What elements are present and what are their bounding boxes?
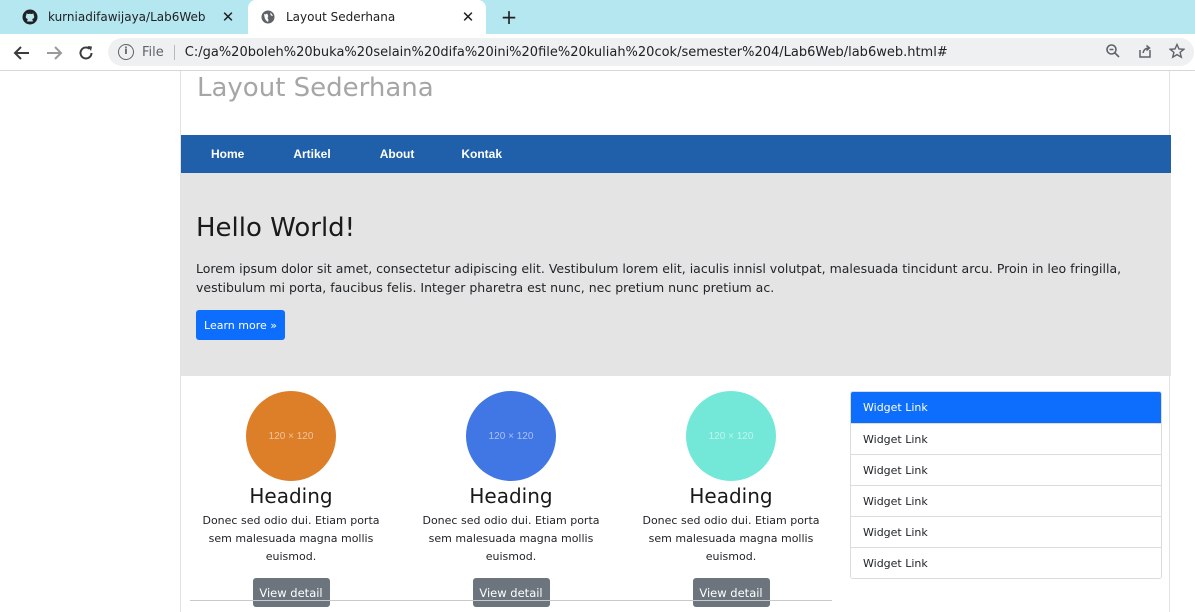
browser-tab-bar: kurniadifawijaya/Lab6Web ✕ Layout Sederh… xyxy=(0,0,1195,34)
page-viewport: Layout Sederhana Home Artikel About Kont… xyxy=(0,71,1195,612)
info-icon[interactable]: i xyxy=(118,44,134,60)
tab-github[interactable]: kurniadifawijaya/Lab6Web ✕ xyxy=(0,0,246,34)
main-nav: Home Artikel About Kontak xyxy=(181,135,1171,173)
nav-item-about[interactable]: About xyxy=(380,147,415,161)
placeholder-image: 120 × 120 xyxy=(246,391,336,481)
back-icon[interactable] xyxy=(11,42,33,64)
tab-layout-sederhana[interactable]: Layout Sederhana ✕ xyxy=(248,0,486,34)
globe-icon xyxy=(260,9,276,25)
placeholder-label: 120 × 120 xyxy=(268,430,314,442)
widget-link[interactable]: Widget Link xyxy=(851,547,1161,578)
placeholder-image: 120 × 120 xyxy=(466,391,556,481)
close-icon[interactable]: ✕ xyxy=(460,9,476,25)
view-detail-button[interactable]: View detail xyxy=(692,578,770,607)
nav-item-artikel[interactable]: Artikel xyxy=(293,147,330,161)
zoom-icon[interactable] xyxy=(1104,43,1122,61)
file-label: File xyxy=(142,44,175,60)
forward-icon[interactable] xyxy=(43,42,65,64)
card-heading: Heading xyxy=(689,484,773,508)
nav-item-home[interactable]: Home xyxy=(211,147,244,161)
url-text[interactable]: C:/ga%20boleh%20buka%20selain%20difa%20i… xyxy=(185,45,948,60)
site-title: Layout Sederhana xyxy=(197,73,434,103)
card-heading: Heading xyxy=(249,484,333,508)
tab-title: Layout Sederhana xyxy=(286,10,396,24)
tab-title: kurniadifawijaya/Lab6Web xyxy=(48,10,206,24)
widget-link[interactable]: Widget Link xyxy=(851,423,1161,454)
widget-link[interactable]: Widget Link xyxy=(851,516,1161,547)
site-container: Layout Sederhana Home Artikel About Kont… xyxy=(180,71,1171,612)
card-text: Donec sed odio dui. Etiam porta sem male… xyxy=(202,514,380,563)
bookmark-star-icon[interactable] xyxy=(1168,42,1186,61)
widget-link-list: Widget Link Widget Link Widget Link Widg… xyxy=(850,391,1162,579)
hero-text: Lorem ipsum dolor sit amet, consectetur … xyxy=(196,261,1122,295)
learn-more-button[interactable]: Learn more » xyxy=(196,310,285,340)
view-detail-button[interactable]: View detail xyxy=(472,578,550,607)
view-detail-button[interactable]: View detail xyxy=(252,578,330,607)
close-icon[interactable]: ✕ xyxy=(220,9,236,25)
reload-icon[interactable] xyxy=(75,42,97,64)
share-icon[interactable] xyxy=(1136,43,1154,61)
placeholder-label: 120 × 120 xyxy=(708,430,754,442)
feature-card: 120 × 120 Heading Donec sed odio dui. Et… xyxy=(191,391,391,607)
divider xyxy=(190,600,832,601)
placeholder-label: 120 × 120 xyxy=(488,430,534,442)
browser-toolbar: i File C:/ga%20boleh%20buka%20selain%20d… xyxy=(0,34,1195,71)
placeholder-image: 120 × 120 xyxy=(686,391,776,481)
nav-item-kontak[interactable]: Kontak xyxy=(461,147,502,161)
github-icon xyxy=(22,9,38,25)
address-bar[interactable]: i File C:/ga%20boleh%20buka%20selain%20d… xyxy=(108,38,1194,66)
card-text: Donec sed odio dui. Etiam porta sem male… xyxy=(422,514,600,563)
widget-link[interactable]: Widget Link xyxy=(851,485,1161,516)
feature-card: 120 × 120 Heading Donec sed odio dui. Et… xyxy=(631,391,831,607)
new-tab-button[interactable]: + xyxy=(498,6,520,28)
card-text: Donec sed odio dui. Etiam porta sem male… xyxy=(642,514,820,563)
widget-link[interactable]: Widget Link xyxy=(851,392,1161,423)
card-heading: Heading xyxy=(469,484,553,508)
hero-section: Hello World! Lorem ipsum dolor sit amet,… xyxy=(181,173,1171,376)
feature-card: 120 × 120 Heading Donec sed odio dui. Et… xyxy=(411,391,611,607)
hero-heading: Hello World! xyxy=(196,213,356,243)
widget-link[interactable]: Widget Link xyxy=(851,454,1161,485)
